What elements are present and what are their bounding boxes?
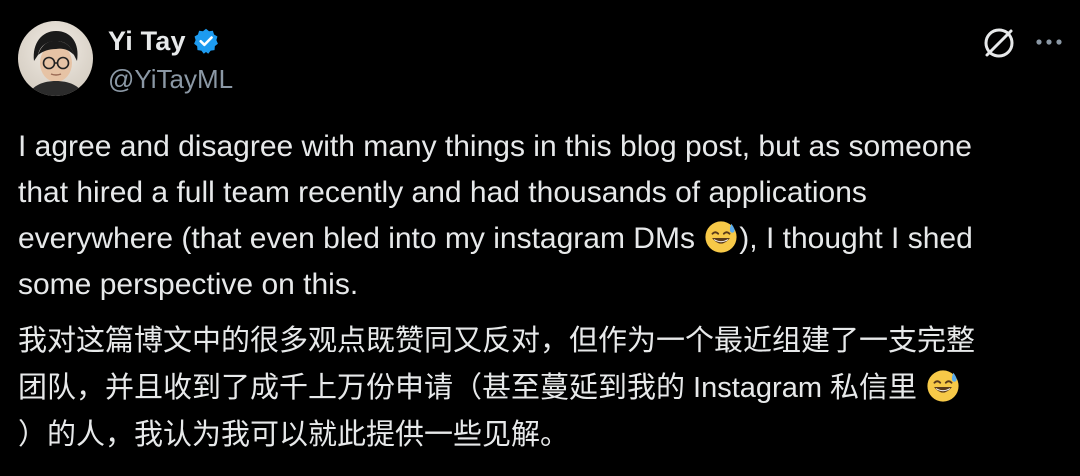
tweet: Yi Tay @YiTayML I agree and disagree wit…	[0, 0, 1080, 476]
avatar[interactable]	[18, 21, 93, 96]
tweet-text-line: 团队，并且收到了成千上万份申请（甚至蔓延到我的 Instagram 私信里	[18, 365, 1068, 412]
author-display-name[interactable]: Yi Tay	[108, 26, 186, 57]
grinning-face-with-sweat-icon	[704, 220, 738, 254]
author-name-row: Yi Tay	[108, 24, 220, 58]
tweet-text-line: 我对这篇博文中的很多观点既赞同又反对，但作为一个最近组建了一支完整	[18, 325, 976, 357]
tweet-text-line: everywhere (that even bled into my insta…	[18, 216, 1068, 262]
grinning-face-with-sweat-icon	[926, 369, 960, 403]
tweet-text-english: I agree and disagree with many things in…	[18, 124, 1068, 308]
tweet-text-segment: everywhere (that even bled into my insta…	[18, 222, 704, 255]
tweet-text-chinese: 我对这篇博文中的很多观点既赞同又反对，但作为一个最近组建了一支完整 团队，并且收…	[18, 318, 1068, 459]
author-handle[interactable]: @YiTayML	[108, 64, 233, 95]
tweet-text-line: some perspective on this.	[18, 268, 359, 301]
grok-icon[interactable]	[980, 24, 1018, 62]
tweet-text-line: ）的人，我认为我可以就此提供一些见解。	[18, 419, 570, 451]
more-icon[interactable]	[1034, 30, 1064, 54]
tweet-text-line: that hired a full team recently and had …	[18, 176, 867, 209]
tweet-text-segment: ), I thought I shed	[739, 222, 973, 255]
tweet-text-line: I agree and disagree with many things in…	[18, 130, 972, 163]
tweet-text-segment: 团队，并且收到了成千上万份申请（甚至蔓延到我的 Instagram 私信里	[18, 372, 926, 404]
verified-badge-icon[interactable]	[192, 27, 220, 55]
